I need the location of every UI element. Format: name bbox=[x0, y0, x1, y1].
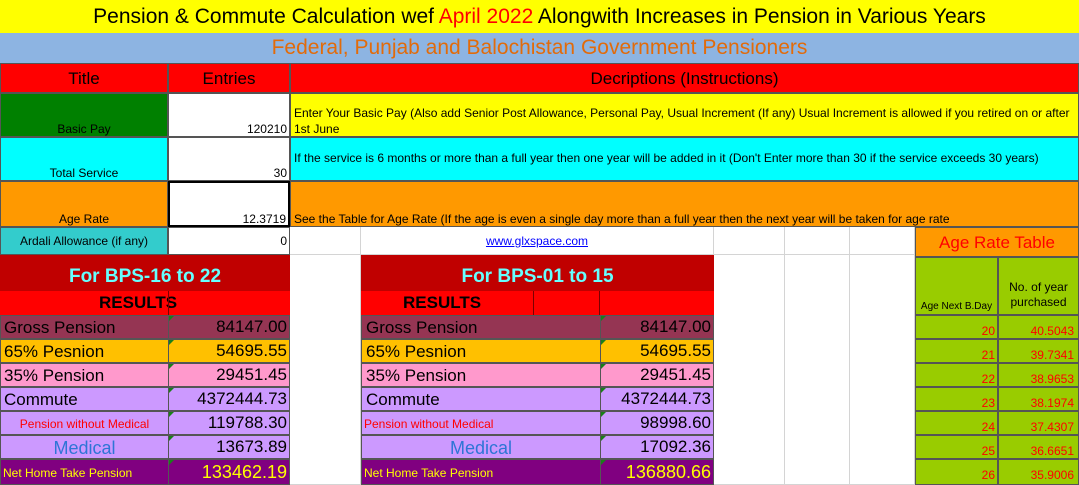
result-value: 29451.45 bbox=[600, 364, 713, 386]
result-row-65-pension: 65% Pesnion 54695.55 bbox=[361, 339, 714, 363]
basic-pay-label: Basic Pay bbox=[0, 93, 168, 137]
result-row-medical: Medical 17092.36 bbox=[361, 435, 714, 459]
group-b-results-label: RESULTS bbox=[403, 293, 482, 312]
age-table-age: 24 bbox=[915, 411, 998, 435]
total-service-input[interactable]: 30 bbox=[168, 137, 290, 181]
total-service-description: If the service is 6 months or more than … bbox=[290, 137, 1079, 181]
age-table-age: 23 bbox=[915, 387, 998, 411]
result-label: Net Home Take Pension bbox=[364, 466, 494, 480]
group-b-results-bar: RESULTS bbox=[361, 291, 714, 315]
age-table-age: 22 bbox=[915, 363, 998, 387]
age-table-col2: No. of year purchased bbox=[1009, 280, 1068, 309]
basic-pay-description: Enter Your Basic Pay (Also add Senior Po… bbox=[290, 93, 1079, 137]
result-label: 35% Pension bbox=[4, 366, 105, 385]
grid-cell bbox=[714, 227, 785, 255]
result-label: Gross Pension bbox=[366, 318, 478, 337]
grid-column bbox=[290, 255, 361, 485]
result-value: 54695.55 bbox=[600, 340, 713, 362]
result-value: 84147.00 bbox=[600, 316, 713, 338]
result-label: Gross Pension bbox=[4, 318, 116, 337]
result-label: Commute bbox=[366, 390, 440, 409]
grid-cell bbox=[290, 227, 361, 255]
title-part1: Pension & Commute Calculation wef bbox=[93, 5, 439, 28]
page-subtitle: Federal, Punjab and Balochistan Governme… bbox=[0, 33, 1079, 63]
group-a-results-label: RESULTS bbox=[99, 293, 178, 312]
result-label: 35% Pension bbox=[366, 366, 467, 385]
header-title: Title bbox=[0, 63, 168, 93]
age-table-rate: 38.1974 bbox=[998, 387, 1079, 411]
title-part2: Alongwith Increases in Pension in Variou… bbox=[533, 5, 986, 28]
grid-column bbox=[714, 255, 785, 485]
result-value: 4372444.73 bbox=[600, 388, 713, 410]
result-value: 17092.36 bbox=[600, 436, 713, 458]
age-table-header-rate: No. of year purchased bbox=[998, 257, 1079, 315]
age-table-rate: 36.6651 bbox=[998, 435, 1079, 459]
age-table-rate: 39.7341 bbox=[998, 339, 1079, 363]
result-label: Pension without Medical bbox=[19, 417, 150, 431]
result-label: Pension without Medical bbox=[364, 417, 494, 431]
page-title: Pension & Commute Calculation wef April … bbox=[0, 0, 1079, 33]
result-label: Medical bbox=[449, 438, 513, 458]
result-label: 65% Pesnion bbox=[4, 342, 105, 361]
grid-column bbox=[785, 255, 850, 485]
result-value: 84147.00 bbox=[168, 316, 289, 338]
result-row-pension-without-medical: Pension without Medical 98998.60 bbox=[361, 411, 714, 435]
header-descriptions: Decriptions (Instructions) bbox=[290, 63, 1079, 93]
result-label: 65% Pesnion bbox=[366, 342, 467, 361]
result-row-35-pension: 35% Pension 29451.45 bbox=[0, 363, 290, 387]
total-service-label: Total Service bbox=[0, 137, 168, 181]
group-b-heading: For BPS-01 to 15 bbox=[361, 255, 714, 291]
result-value: 98998.60 bbox=[600, 412, 713, 434]
group-a-results-bar: RESULTS bbox=[0, 291, 290, 315]
grid-cell bbox=[785, 227, 850, 255]
title-highlight: April 2022 bbox=[438, 5, 534, 28]
result-value: 54695.55 bbox=[168, 340, 289, 362]
result-row-net-home-take: Net Home Take Pension 136880.66 bbox=[361, 459, 714, 485]
result-row-gross-pension: Gross Pension 84147.00 bbox=[361, 315, 714, 339]
result-row-gross-pension: Gross Pension 84147.00 bbox=[0, 315, 290, 339]
result-row-pension-without-medical: Pension without Medical 119788.30 bbox=[0, 411, 290, 435]
result-value: 136880.66 bbox=[600, 460, 713, 484]
ardali-allowance-input[interactable]: 0 bbox=[168, 227, 290, 255]
result-row-35-pension: 35% Pension 29451.45 bbox=[361, 363, 714, 387]
result-label: Commute bbox=[4, 390, 78, 409]
result-value: 29451.45 bbox=[168, 364, 289, 386]
grid-column bbox=[850, 255, 915, 485]
result-row-medical: Medical 13673.89 bbox=[0, 435, 290, 459]
age-table-col1: Age Next B.Day bbox=[920, 301, 993, 312]
age-table-age: 25 bbox=[915, 435, 998, 459]
result-value: 4372444.73 bbox=[168, 388, 289, 410]
result-value: 133462.19 bbox=[168, 460, 289, 484]
result-value: 119788.30 bbox=[168, 412, 289, 434]
age-table-rate: 40.5043 bbox=[998, 315, 1079, 339]
age-rate-description: See the Table for Age Rate (If the age i… bbox=[290, 181, 1079, 227]
result-row-commute: Commute 4372444.73 bbox=[0, 387, 290, 411]
ardali-allowance-label: Ardali Allowance (if any) bbox=[0, 227, 168, 255]
age-rate-input[interactable]: 12.3719 bbox=[168, 181, 290, 227]
result-row-65-pension: 65% Pesnion 54695.55 bbox=[0, 339, 290, 363]
age-table-header-age: Age Next B.Day bbox=[915, 257, 998, 315]
basic-pay-input[interactable]: 120210 bbox=[168, 93, 290, 137]
age-table-age: 20 bbox=[915, 315, 998, 339]
result-label: Medical bbox=[53, 438, 116, 458]
age-table-age: 26 bbox=[915, 459, 998, 485]
age-table-title: Age Rate Table bbox=[915, 227, 1079, 257]
result-label: Net Home Take Pension bbox=[3, 466, 133, 480]
result-value: 13673.89 bbox=[168, 436, 289, 458]
result-row-net-home-take: Net Home Take Pension 133462.19 bbox=[0, 459, 290, 485]
age-table-rate: 37.4307 bbox=[998, 411, 1079, 435]
grid-cell bbox=[850, 227, 915, 255]
age-table-rate: 38.9653 bbox=[998, 363, 1079, 387]
header-entries: Entries bbox=[168, 63, 290, 93]
age-table-rate: 35.9006 bbox=[998, 459, 1079, 485]
age-table-age: 21 bbox=[915, 339, 998, 363]
age-rate-label: Age Rate bbox=[0, 181, 168, 227]
group-a-heading: For BPS-16 to 22 bbox=[0, 255, 290, 291]
result-row-commute: Commute 4372444.73 bbox=[361, 387, 714, 411]
website-link[interactable]: www.glxspace.com bbox=[361, 227, 714, 255]
